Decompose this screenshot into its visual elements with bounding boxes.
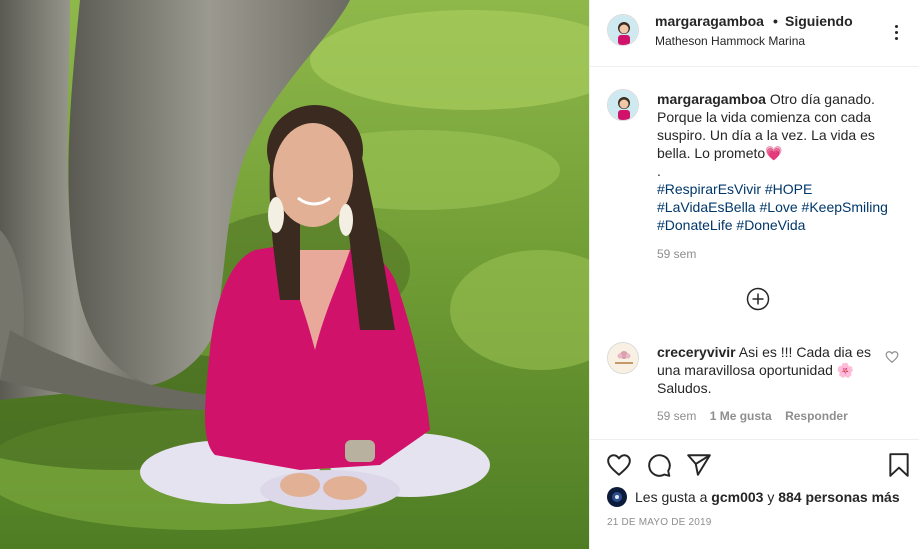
hashtag-link[interactable]: #RespirarEsVivir (657, 181, 761, 197)
liker-avatar[interactable] (607, 487, 627, 507)
caption-separator: . (657, 163, 661, 179)
post-location[interactable]: Matheson Hammock Marina (655, 34, 805, 48)
header-separator: • (773, 13, 778, 29)
comment-heart-icon[interactable] (885, 350, 899, 364)
share-icon[interactable] (686, 452, 712, 478)
caption-timestamp[interactable]: 59 sem (657, 247, 696, 261)
comment-meta: 59 sem 1 Me gusta Responder (657, 409, 858, 423)
likes-summary: Les gusta a gcm003 y 884 personas más (635, 489, 900, 505)
post-actions: Les gusta a gcm003 y 884 personas más 21… (590, 439, 919, 549)
hashtag-link[interactable]: #DonateLife (657, 217, 733, 233)
hashtag-link[interactable]: #Love (760, 199, 798, 215)
hashtag-link[interactable]: #DoneVida (736, 217, 805, 233)
post-header: margaragamboa • Siguiendo Matheson Hammo… (590, 0, 919, 67)
caption-username[interactable]: margaragamboa (657, 91, 766, 107)
hashtag-link[interactable]: #HOPE (765, 181, 812, 197)
post-panel: margaragamboa • Siguiendo Matheson Hammo… (589, 0, 919, 549)
comment-icon[interactable] (646, 452, 672, 478)
reply-button[interactable]: Responder (785, 409, 848, 423)
heart-icon[interactable] (606, 452, 632, 478)
commenter-avatar[interactable] (607, 342, 639, 374)
comment-item: creceryvivir Asi es !!! Cada dia es una … (657, 343, 872, 397)
caption-avatar[interactable] (607, 89, 639, 121)
caption-hashtags: #RespirarEsVivir #HOPE #LaVidaEsBella #L… (657, 180, 907, 234)
owner-username[interactable]: margaragamboa (655, 13, 764, 29)
post-image (0, 0, 589, 549)
post-photo[interactable] (0, 0, 589, 549)
bookmark-icon[interactable] (886, 452, 912, 478)
hashtag-link[interactable]: #KeepSmiling (802, 199, 888, 215)
post-date[interactable]: 21 DE MAYO DE 2019 (607, 517, 712, 528)
likes-prefix: Les gusta a (635, 489, 708, 505)
follow-status-button[interactable]: Siguiendo (785, 13, 853, 29)
comment-username[interactable]: creceryvivir (657, 344, 736, 360)
comment-timestamp[interactable]: 59 sem (657, 409, 696, 423)
likes-conj: y (767, 489, 775, 505)
likes-count[interactable]: 884 personas más (778, 489, 899, 505)
post-caption: margaragamboa Otro día ganado. Porque la… (657, 90, 907, 180)
more-options-icon[interactable] (889, 23, 905, 41)
plus-circle-icon[interactable] (746, 287, 770, 311)
owner-avatar[interactable] (607, 14, 639, 46)
liker-username[interactable]: gcm003 (711, 489, 763, 505)
hashtag-link[interactable]: #LaVidaEsBella (657, 199, 756, 215)
comment-likes[interactable]: 1 Me gusta (710, 409, 772, 423)
